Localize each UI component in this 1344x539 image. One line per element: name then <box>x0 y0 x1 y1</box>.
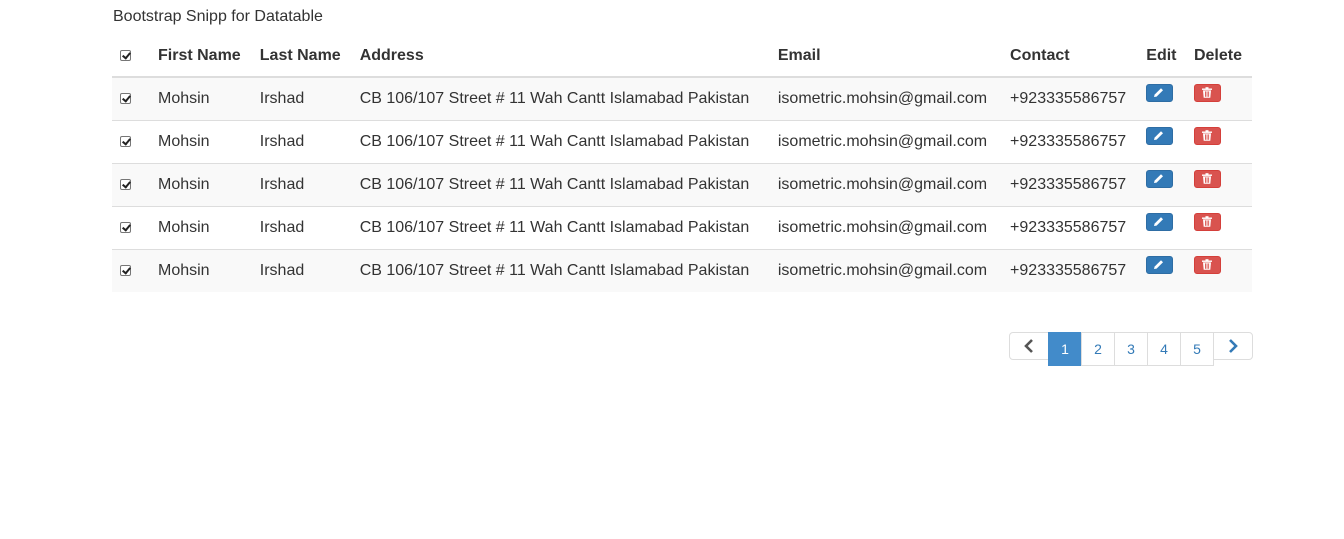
cell-first-name: Mohsin <box>150 77 252 121</box>
delete-button[interactable] <box>1193 126 1221 145</box>
cell-edit <box>1138 77 1186 121</box>
pencil-icon <box>1154 174 1164 183</box>
cell-contact: +923335586757 <box>1002 120 1139 164</box>
cell-first-name: Mohsin <box>150 163 252 207</box>
row-select-cell <box>112 206 150 250</box>
cell-contact: +923335586757 <box>1002 249 1139 292</box>
cell-last-name: Irshad <box>251 77 352 121</box>
datatable: First Name Last Name Address Email Conta… <box>112 36 1252 292</box>
cell-last-name: Irshad <box>251 249 352 292</box>
select-all-header <box>112 36 150 78</box>
table-row: Mohsin Irshad CB 106/107 Street # 11 Wah… <box>112 206 1252 250</box>
cell-edit <box>1138 249 1186 292</box>
chevron-right-icon <box>1229 339 1238 353</box>
cell-address: CB 106/107 Street # 11 Wah Cantt Islamab… <box>351 206 770 250</box>
pagination-next-button[interactable] <box>1213 332 1253 360</box>
cell-delete <box>1185 163 1252 207</box>
trash-icon <box>1201 87 1212 98</box>
cell-address: CB 106/107 Street # 11 Wah Cantt Islamab… <box>351 77 770 121</box>
cell-email: isometric.mohsin@gmail.com <box>769 120 1003 164</box>
delete-button[interactable] <box>1193 169 1221 188</box>
cell-email: isometric.mohsin@gmail.com <box>769 206 1003 250</box>
table-header-row: First Name Last Name Address Email Conta… <box>112 36 1252 78</box>
pencil-icon <box>1154 217 1164 226</box>
pagination-prev-button[interactable] <box>1009 332 1049 360</box>
row-select-cell <box>112 77 150 121</box>
select-all-checkbox[interactable] <box>120 50 131 62</box>
pagination-page-1[interactable]: 1 <box>1048 332 1082 366</box>
header-edit: Edit <box>1138 36 1186 78</box>
cell-address: CB 106/107 Street # 11 Wah Cantt Islamab… <box>351 249 770 292</box>
trash-icon <box>1201 259 1212 270</box>
edit-button[interactable] <box>1146 212 1174 231</box>
header-email[interactable]: Email <box>769 36 1003 78</box>
cell-address: CB 106/107 Street # 11 Wah Cantt Islamab… <box>351 163 770 207</box>
edit-button[interactable] <box>1146 255 1174 274</box>
cell-first-name: Mohsin <box>150 120 252 164</box>
cell-edit <box>1138 120 1186 164</box>
edit-button[interactable] <box>1146 169 1174 188</box>
table-row: Mohsin Irshad CB 106/107 Street # 11 Wah… <box>112 120 1252 164</box>
cell-contact: +923335586757 <box>1002 163 1139 207</box>
cell-email: isometric.mohsin@gmail.com <box>769 249 1003 292</box>
cell-delete <box>1185 249 1252 292</box>
delete-button[interactable] <box>1193 255 1221 274</box>
row-checkbox[interactable] <box>120 222 131 234</box>
trash-icon <box>1201 173 1212 184</box>
trash-icon <box>1201 216 1212 227</box>
row-checkbox[interactable] <box>120 265 131 277</box>
row-checkbox[interactable] <box>120 93 131 105</box>
pagination-page-4[interactable]: 4 <box>1147 332 1181 366</box>
trash-icon <box>1201 130 1212 141</box>
edit-button[interactable] <box>1146 126 1174 145</box>
header-first-name[interactable]: First Name <box>150 36 252 78</box>
delete-button[interactable] <box>1193 83 1221 102</box>
cell-contact: +923335586757 <box>1002 206 1139 250</box>
chevron-left-icon <box>1024 339 1033 353</box>
cell-last-name: Irshad <box>251 120 352 164</box>
row-select-cell <box>112 249 150 292</box>
pagination-page-2[interactable]: 2 <box>1081 332 1115 366</box>
table-row: Mohsin Irshad CB 106/107 Street # 11 Wah… <box>112 249 1252 292</box>
cell-contact: +923335586757 <box>1002 77 1139 121</box>
header-address[interactable]: Address <box>351 36 770 78</box>
cell-delete <box>1185 120 1252 164</box>
header-delete: Delete <box>1185 36 1252 78</box>
edit-button[interactable] <box>1146 83 1174 102</box>
header-contact[interactable]: Contact <box>1002 36 1139 78</box>
header-last-name[interactable]: Last Name <box>251 36 352 78</box>
row-select-cell <box>112 163 150 207</box>
table-row: Mohsin Irshad CB 106/107 Street # 11 Wah… <box>112 77 1252 121</box>
delete-button[interactable] <box>1193 212 1221 231</box>
pagination: 12345 <box>1009 332 1253 366</box>
cell-first-name: Mohsin <box>150 206 252 250</box>
cell-email: isometric.mohsin@gmail.com <box>769 163 1003 207</box>
pagination-page-5[interactable]: 5 <box>1180 332 1214 366</box>
table-row: Mohsin Irshad CB 106/107 Street # 11 Wah… <box>112 163 1252 207</box>
cell-delete <box>1185 77 1252 121</box>
cell-edit <box>1138 163 1186 207</box>
pencil-icon <box>1154 131 1164 140</box>
cell-delete <box>1185 206 1252 250</box>
cell-last-name: Irshad <box>251 206 352 250</box>
row-checkbox[interactable] <box>120 179 131 191</box>
page-title: Bootstrap Snipp for Datatable <box>113 8 323 25</box>
cell-address: CB 106/107 Street # 11 Wah Cantt Islamab… <box>351 120 770 164</box>
cell-edit <box>1138 206 1186 250</box>
pagination-page-3[interactable]: 3 <box>1114 332 1148 366</box>
row-checkbox[interactable] <box>120 136 131 148</box>
pencil-icon <box>1154 88 1164 97</box>
pencil-icon <box>1154 260 1164 269</box>
cell-email: isometric.mohsin@gmail.com <box>769 77 1003 121</box>
cell-first-name: Mohsin <box>150 249 252 292</box>
cell-last-name: Irshad <box>251 163 352 207</box>
row-select-cell <box>112 120 150 164</box>
datatable-container: First Name Last Name Address Email Conta… <box>112 36 1252 292</box>
